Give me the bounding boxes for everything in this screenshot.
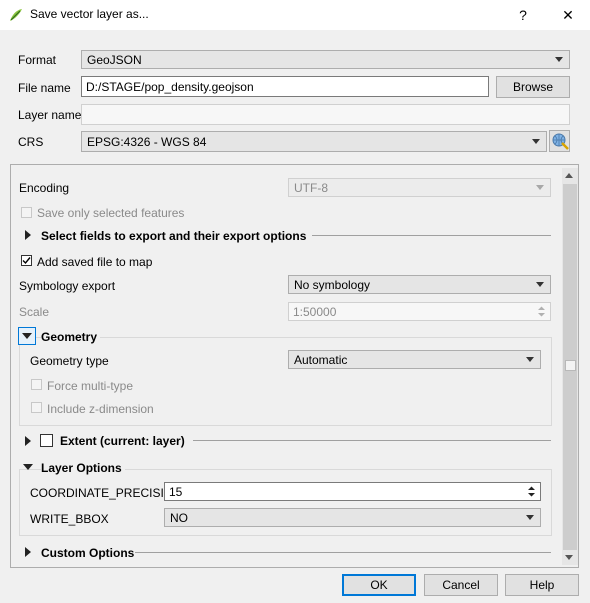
symbology-label: Symbology export xyxy=(19,279,116,293)
symbology-value: No symbology xyxy=(294,278,371,292)
collapse-down-icon[interactable] xyxy=(23,464,33,470)
geometry-type-label: Geometry type xyxy=(30,354,109,368)
spin-arrows-icon[interactable] xyxy=(535,304,548,319)
chevron-down-icon xyxy=(526,357,534,362)
crs-label: CRS xyxy=(18,135,44,149)
format-label: Format xyxy=(18,53,57,67)
browse-button[interactable]: Browse xyxy=(496,76,570,98)
filename-input[interactable]: D:/STAGE/pop_density.geojson xyxy=(81,76,489,97)
z-dimension-checkbox[interactable] xyxy=(31,402,42,413)
divider xyxy=(193,440,551,441)
geometry-type-value: Automatic xyxy=(294,353,348,367)
geometry-title: Geometry xyxy=(41,330,101,344)
geometry-type-select[interactable]: Automatic xyxy=(288,350,541,369)
encoding-value: UTF-8 xyxy=(294,181,328,195)
spin-arrows-icon[interactable] xyxy=(525,484,538,499)
scroll-grip-icon xyxy=(565,360,576,371)
scale-input[interactable]: 1:50000 xyxy=(288,302,551,321)
crs-selector-button[interactable] xyxy=(549,130,570,152)
extent-checkbox[interactable] xyxy=(40,434,53,447)
chevron-down-icon xyxy=(536,185,544,190)
chevron-down-icon xyxy=(526,515,534,520)
add-saved-label: Add saved file to map xyxy=(37,255,153,269)
scale-value: 1:50000 xyxy=(293,305,337,319)
scale-label: Scale xyxy=(19,305,50,319)
expand-right-icon[interactable] xyxy=(25,547,31,557)
checkmark-icon xyxy=(22,257,31,265)
custom-options-toggle[interactable]: Custom Options xyxy=(41,546,134,560)
coord-precision-value: 15 xyxy=(169,485,183,499)
scroll-down-icon[interactable] xyxy=(565,555,573,560)
divider xyxy=(135,552,551,553)
divider xyxy=(312,235,551,236)
force-multi-checkbox[interactable] xyxy=(31,379,42,390)
cancel-button[interactable]: Cancel xyxy=(424,574,498,596)
crs-value: EPSG:4326 - WGS 84 xyxy=(87,135,207,149)
write-bbox-label: WRITE_BBOX xyxy=(30,512,109,526)
filename-label: File name xyxy=(18,81,71,95)
collapse-down-icon xyxy=(22,333,32,339)
select-fields-toggle[interactable]: Select fields to export and their export… xyxy=(41,229,306,243)
format-value: GeoJSON xyxy=(87,53,142,67)
extent-toggle[interactable]: Extent (current: layer) xyxy=(60,434,185,448)
layername-label: Layer name xyxy=(18,108,82,122)
layer-options-title[interactable]: Layer Options xyxy=(41,461,125,475)
expand-right-icon[interactable] xyxy=(25,436,31,446)
encoding-select[interactable]: UTF-8 xyxy=(288,178,551,197)
help-button[interactable]: Help xyxy=(505,574,579,596)
add-saved-checkbox[interactable] xyxy=(21,255,32,266)
chevron-down-icon xyxy=(532,139,540,144)
chevron-down-icon xyxy=(536,282,544,287)
coord-precision-label: COORDINATE_PRECISION xyxy=(30,486,182,500)
globe-icon xyxy=(552,133,569,150)
close-window-button[interactable]: ✕ xyxy=(553,4,583,26)
crs-select[interactable]: EPSG:4326 - WGS 84 xyxy=(81,131,547,152)
qgis-logo-icon xyxy=(8,7,24,23)
write-bbox-value: NO xyxy=(170,511,188,525)
write-bbox-select[interactable]: NO xyxy=(164,508,541,527)
layername-input[interactable] xyxy=(81,104,570,125)
save-selected-checkbox[interactable] xyxy=(21,207,32,218)
force-multi-label: Force multi-type xyxy=(47,379,134,393)
scroll-up-icon[interactable] xyxy=(565,173,573,178)
z-dimension-label: Include z-dimension xyxy=(47,402,154,416)
window-title: Save vector layer as... xyxy=(30,7,149,21)
coord-precision-input[interactable]: 15 xyxy=(164,482,541,501)
format-select[interactable]: GeoJSON xyxy=(81,50,570,69)
ok-button[interactable]: OK xyxy=(342,574,416,596)
geometry-collapse-button[interactable] xyxy=(18,327,36,345)
save-selected-label: Save only selected features xyxy=(37,206,185,220)
symbology-select[interactable]: No symbology xyxy=(288,275,551,294)
expand-right-icon[interactable] xyxy=(25,230,31,240)
encoding-label: Encoding xyxy=(19,181,70,195)
chevron-down-icon xyxy=(555,57,563,62)
help-title-button[interactable]: ? xyxy=(508,4,538,26)
